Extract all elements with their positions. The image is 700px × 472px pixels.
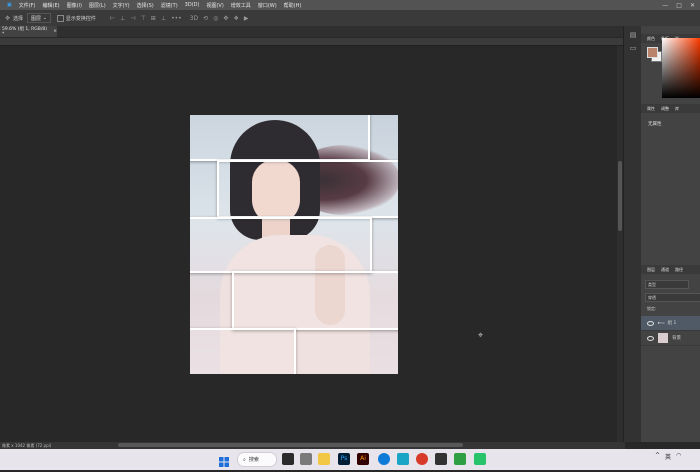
blend-mode-dropdown[interactable]: 穿透 [645,293,700,302]
pan-3d-icon[interactable]: ✥ [223,15,228,22]
document-image[interactable] [190,115,398,374]
slide-3d-icon[interactable]: ❖ [233,15,238,22]
menu-edit[interactable]: 编辑(E) [43,2,60,9]
wechat-icon[interactable] [474,453,486,465]
menu-select[interactable]: 选择(S) [137,2,154,9]
photo-frame-4 [232,271,398,330]
align-right-icon[interactable]: ⊣ [130,15,135,22]
tab-libraries[interactable]: 库 [675,106,679,112]
app-icon-3[interactable] [435,453,447,465]
3d-mode-label: 3D [189,14,199,22]
input-language[interactable]: 英 [665,452,671,461]
task-view-icon[interactable] [282,453,294,465]
tab-adjustments[interactable]: 调整 [661,106,669,112]
no-properties-label: 无属性 [648,122,662,127]
align-center-icon[interactable]: ⊥ [120,15,125,22]
tray-overflow-icon[interactable]: ^ [655,452,660,461]
photo-frame-5 [190,328,296,374]
menu-type[interactable]: 文字(Y) [113,2,130,9]
layer-row[interactable]: ▸▭ 组 1 [641,316,700,331]
document-tab-bar [0,26,623,37]
folder-icon: ▸▭ [658,320,665,326]
layer-name: 背景 [672,336,681,341]
menu-plugins[interactable]: 增效工具 [231,2,251,9]
maximize-button[interactable]: □ [676,2,682,9]
minimize-button[interactable]: — [662,2,668,9]
show-transform-checkbox[interactable] [56,14,64,22]
xbox-icon[interactable] [454,453,466,465]
comments-icon[interactable]: ▭ [629,44,637,52]
close-button[interactable]: ✕ [690,2,695,9]
tab-channels[interactable]: 通道 [661,267,669,273]
align-top-icon[interactable]: ⊤ [141,15,146,22]
options-bar: ✥ 选择 图层 ⌄ 显示变换控件 ⊢ ⊥ ⊣ ⊤ ⊞ ⊥ ••• 3D ⟲ ◎ … [0,10,700,27]
color-picker-field[interactable] [662,38,700,98]
history-icon[interactable]: ▤ [629,31,637,39]
menu-3d[interactable]: 3D(D) [185,2,200,8]
horizontal-scrollbar[interactable] [118,443,463,447]
tab-layers[interactable]: 图层 [647,267,655,273]
document-tab[interactable]: 59.6% (组 1, RGB/8) * × [0,26,57,37]
align-left-icon[interactable]: ⊢ [110,15,115,22]
taskbar-search[interactable]: ⌕ 搜索 [237,452,277,467]
lock-label: 锁定: [647,306,657,311]
app-icon-1[interactable] [397,453,409,465]
search-icon: ⌕ [243,456,246,463]
foreground-color-swatch[interactable] [647,47,658,58]
photoshop-icon[interactable]: Ps [338,453,350,465]
align-bottom-icon[interactable]: ⊥ [161,15,166,22]
system-tray: ^ 英 ◠ [655,452,681,461]
properties-panel-tabs: 属性 调整 库 [641,104,700,113]
orbit-icon[interactable]: ⟲ [203,15,208,22]
wifi-icon[interactable]: ◠ [676,452,681,461]
horizontal-ruler [0,38,623,46]
menu-layer[interactable]: 图层(L) [89,2,106,9]
roll-icon[interactable]: ◎ [213,15,218,22]
taskbar [0,449,700,470]
app-icon-2[interactable] [416,453,428,465]
illustrator-icon[interactable]: Ai [357,453,369,465]
visibility-eye-icon[interactable] [647,335,654,341]
layers-panel-tabs: 图层 通道 路径 [641,265,700,274]
windows-start-icon[interactable] [218,453,230,467]
close-tab-icon[interactable]: × [53,29,57,34]
layer-kind-filter[interactable]: 类型 [645,280,689,289]
layer-name: 组 1 [667,321,677,326]
document-tab-title: 59.6% (组 1, RGB/8) * [2,27,47,37]
layer-row[interactable]: 背景 [641,331,700,346]
photo-frame-2 [217,160,398,218]
layer-dropdown[interactable]: 图层 ⌄ [27,13,51,23]
scale-3d-icon[interactable]: ▶ [244,15,249,22]
auto-select-label: 选择 [13,15,24,22]
photo-frame-1 [190,115,370,161]
menu-window[interactable]: 窗口(W) [258,2,277,9]
scroll-thumb[interactable] [618,161,622,231]
search-label: 搜索 [248,457,259,463]
edge-icon[interactable] [378,453,390,465]
document-info: 像素 x 1042 像素 (72 ppi) [2,442,52,448]
menu-file[interactable]: 文件(F) [19,2,36,9]
more-options-icon[interactable]: ••• [171,15,182,22]
visibility-eye-icon[interactable] [647,320,654,326]
tab-paths[interactable]: 路径 [675,267,683,273]
photo-frame-3 [190,217,372,273]
menu-image[interactable]: 图像(I) [67,2,82,9]
tab-properties[interactable]: 属性 [647,106,655,112]
mouse-cursor-icon: ⌖ [478,331,484,341]
panel-icon-strip: ▤ ▭ [623,26,642,442]
file-explorer-icon[interactable] [318,453,330,465]
show-transform-label: 显示变换控件 [65,15,96,22]
ps-logo-icon[interactable]: ▣ [7,2,12,8]
tab-color[interactable]: 颜色 [647,36,655,42]
widgets-icon[interactable] [300,453,312,465]
menu-bar: ▣ 文件(F) 编辑(E) 图像(I) 图层(L) 文字(Y) 选择(S) 滤镜… [0,0,700,10]
menu-help[interactable]: 帮助(H) [284,2,302,9]
menu-filter[interactable]: 滤镜(T) [161,2,178,9]
layer-thumbnail [658,333,668,343]
menu-view[interactable]: 视图(V) [206,2,223,9]
align-middle-icon[interactable]: ⊞ [151,15,156,22]
move-tool-icon[interactable]: ✥ [5,15,10,22]
